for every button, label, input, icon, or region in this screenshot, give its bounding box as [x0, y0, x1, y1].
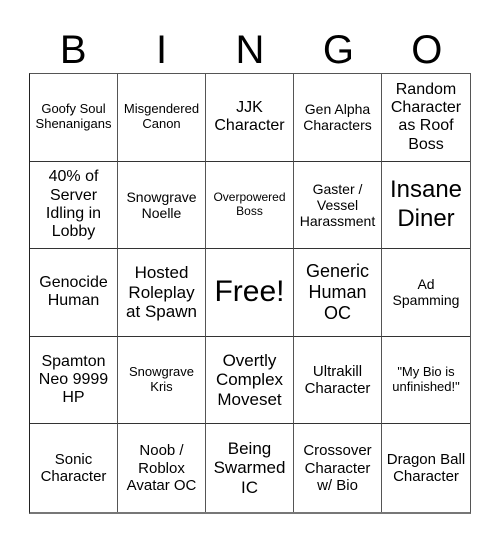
bingo-cell[interactable]: 40% of Server Idling in Lobby [30, 161, 118, 250]
cell-text: Dragon Ball Character [386, 450, 466, 486]
bingo-cell[interactable]: Spamton Neo 9999 HP [30, 336, 118, 425]
bingo-cell[interactable]: Ad Spamming [382, 249, 470, 337]
bingo-cell[interactable]: Snowgrave Kris [118, 336, 206, 425]
cell-text: Hosted Roleplay at Spawn [126, 263, 197, 322]
bingo-cell[interactable]: Goofy Soul Shenanigans [30, 74, 118, 162]
header-letter-g: G [322, 28, 354, 72]
bingo-cell[interactable]: Noob / Roblox Avatar OC [118, 424, 206, 512]
bingo-cell[interactable]: Misgendered Canon [118, 74, 206, 162]
cell-text: Genocide Human [39, 274, 108, 310]
bingo-cell[interactable]: Gaster / Vessel Harassment [294, 161, 382, 250]
cell-text: Overpowered Boss [213, 190, 286, 218]
header-letter-b: B [59, 28, 87, 72]
cell-text: Snowgrave Kris [128, 364, 195, 395]
header-letter-n: N [235, 28, 265, 72]
bingo-cell[interactable]: Generic Human OC [294, 249, 382, 337]
cell-text: Goofy Soul Shenanigans [35, 101, 112, 132]
cell-text: Free! [214, 275, 285, 309]
bingo-cell[interactable]: Crossover Character w/ Bio [294, 424, 382, 512]
bingo-cell[interactable]: Insane Diner [382, 162, 470, 250]
bingo-cell[interactable]: Dragon Ball Character [382, 424, 470, 512]
bingo-cell[interactable]: Sonic Character [30, 424, 118, 512]
cell-text: Generic Human OC [305, 261, 370, 323]
cell-text: Gen Alpha Characters [303, 101, 372, 134]
cell-text: Sonic Character [40, 450, 107, 486]
bingo-cell[interactable]: "My Bio is unfinished!" [382, 337, 470, 425]
cell-text: Noob / Roblox Avatar OC [126, 442, 197, 494]
bingo-cell[interactable]: Snowgrave Noelle [118, 161, 206, 250]
header-letter-o: O [411, 28, 443, 72]
cell-text: Crossover Character w/ Bio [303, 442, 372, 494]
cell-text: 40% of Server Idling in Lobby [45, 168, 102, 241]
cell-text: Random Character as Roof Boss [390, 80, 462, 153]
header-letter-i: I [156, 28, 168, 72]
cell-text: Misgendered Canon [123, 101, 200, 132]
cell-text: Gaster / Vessel Harassment [299, 180, 376, 229]
cell-text: Snowgrave Noelle [126, 188, 197, 221]
bingo-cell[interactable]: Random Character as Roof Boss [382, 74, 470, 162]
cell-text: Overtly Complex Moveset [215, 350, 284, 409]
bingo-cell[interactable]: Hosted Roleplay at Spawn [118, 249, 206, 337]
bingo-cell[interactable]: Overtly Complex Moveset [206, 336, 294, 425]
bingo-cell[interactable]: JJK Character [206, 74, 294, 162]
cell-text: Insane Diner [389, 176, 463, 232]
bingo-board: Goofy Soul Shenanigans Misgendered Canon… [29, 73, 471, 514]
bingo-cell[interactable]: Ultrakill Character [294, 336, 382, 425]
bingo-cell[interactable]: Overpowered Boss [206, 161, 294, 250]
cell-text: Spamton Neo 9999 HP [38, 352, 109, 407]
bingo-header: B I N G O [29, 28, 471, 72]
bingo-cell[interactable]: Genocide Human [30, 249, 118, 337]
cell-text: Ad Spamming [392, 276, 460, 309]
bingo-cell[interactable]: Being Swarmed IC [206, 424, 294, 512]
cell-text: Ultrakill Character [304, 362, 371, 398]
bingo-cell[interactable]: Gen Alpha Characters [294, 74, 382, 162]
cell-text: Being Swarmed IC [213, 438, 286, 497]
cell-text: "My Bio is unfinished!" [392, 364, 460, 395]
free-space[interactable]: Free! [206, 249, 294, 337]
cell-text: JJK Character [214, 98, 285, 135]
